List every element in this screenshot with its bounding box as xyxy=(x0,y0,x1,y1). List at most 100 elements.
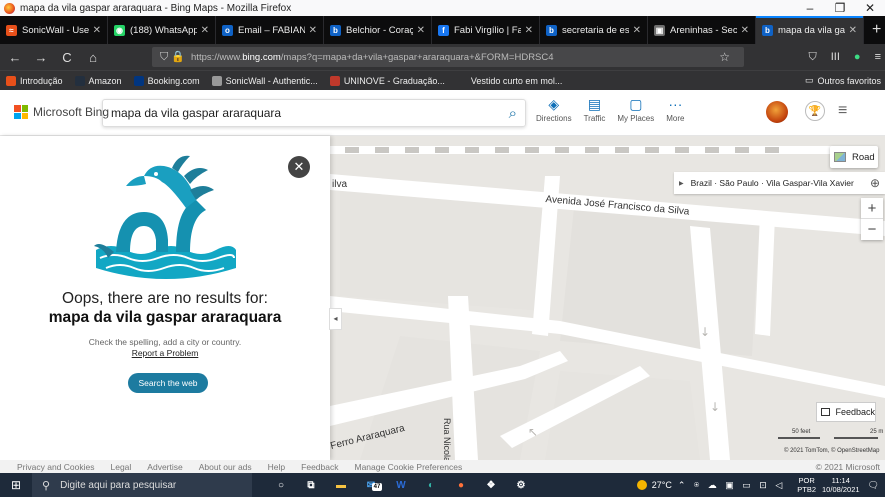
bing-nav-directions[interactable]: ◈ Directions xyxy=(536,96,572,123)
bookmark-item[interactable]: Amazon xyxy=(74,75,122,86)
new-tab-button[interactable]: + xyxy=(872,21,881,39)
footer-link[interactable]: Legal xyxy=(110,462,131,472)
bing-logo[interactable]: Microsoft Bing xyxy=(14,105,109,119)
system-tray: 27°C ⌃ ⍟ ☁ ▣ ▭ ⊡ ◁ POR PTB2 11:14 10/08/… xyxy=(636,473,885,497)
word-icon[interactable]: W xyxy=(392,477,410,493)
bookmark-item[interactable]: Introdução xyxy=(6,75,63,86)
map-search-input[interactable]: mapa da vila gaspar araraquara ⌕ xyxy=(102,99,526,127)
mail-badge: 47 xyxy=(372,483,382,491)
close-tab-icon[interactable]: ✕ xyxy=(849,25,857,36)
search-icon: ⚲ xyxy=(42,479,51,492)
bookmark-item[interactable]: UNINOVE - Graduação... xyxy=(329,75,445,86)
home-button[interactable]: ⌂ xyxy=(82,50,104,65)
menu-icon[interactable]: ≡ xyxy=(875,51,881,63)
mail-icon[interactable]: ✉ 47 xyxy=(362,477,382,493)
report-problem-link[interactable]: Report a Problem xyxy=(0,348,330,358)
copyright: © 2021 Microsoft xyxy=(815,461,880,472)
forward-button[interactable]: → xyxy=(30,50,52,65)
spelling-hint: Check the spelling, add a city or countr… xyxy=(88,337,242,347)
close-panel-button[interactable]: ✕ xyxy=(288,156,310,178)
search-web-button[interactable]: Search the web xyxy=(128,373,208,393)
close-tab-icon[interactable]: ✕ xyxy=(309,25,317,36)
browser-tab[interactable]: ≈ SonicWall - User Log ✕ xyxy=(0,16,108,44)
scale-feet: 50 feet xyxy=(792,429,811,435)
account-icon[interactable]: ● xyxy=(854,51,861,63)
bookmark-favicon-icon xyxy=(133,75,144,86)
bing-header: Microsoft Bing mapa da vila gaspar arara… xyxy=(0,90,885,136)
clock-time: 11:14 xyxy=(831,476,850,485)
bing-nav-traffic[interactable]: ▤ Traffic xyxy=(584,96,606,123)
firefox-taskbar-icon[interactable]: ● xyxy=(452,477,470,493)
bookmark-item[interactable]: Vestido curto em mol... xyxy=(456,75,563,86)
browser-tab[interactable]: b secretaria de esporte ✕ xyxy=(540,16,648,44)
close-window-button[interactable]: ✕ xyxy=(855,0,885,16)
avatar[interactable] xyxy=(766,101,788,123)
notification-icon[interactable]: 🗨 xyxy=(868,480,879,491)
tab-favicon-icon: f xyxy=(438,24,449,36)
browser-tab[interactable]: b Belchior - Coração S ✕ xyxy=(324,16,432,44)
close-tab-icon[interactable]: ✕ xyxy=(201,25,209,36)
footer-link[interactable]: Manage Cookie Preferences xyxy=(355,462,463,472)
start-button[interactable]: ⊞ xyxy=(0,478,32,492)
other-bookmarks-label: Outros favoritos xyxy=(817,75,881,86)
hamburger-menu-icon[interactable]: ≡ xyxy=(838,102,847,120)
url-domain: bing.com xyxy=(242,51,281,63)
task-view-icon[interactable]: ⧉ xyxy=(302,477,320,493)
file-explorer-icon[interactable]: ▬ xyxy=(332,477,350,493)
tray-icons[interactable]: ⌃ ⍟ ☁ ▣ ▭ ⊡ ◁ xyxy=(678,480,785,491)
footer-link[interactable]: Advertise xyxy=(147,462,182,472)
close-tab-icon[interactable]: ✕ xyxy=(93,25,101,36)
library-icon[interactable]: III xyxy=(831,51,840,63)
bing-nav-label: My Places xyxy=(617,114,655,123)
cortana-icon[interactable]: ○ xyxy=(272,477,290,493)
maximize-button[interactable]: ❐ xyxy=(825,0,855,16)
language-indicator[interactable]: POR PTB2 xyxy=(797,476,816,494)
location-breadcrumb[interactable]: ▶ Brazil · São Paulo · Vila Gaspar-Vila … xyxy=(674,172,885,194)
clock[interactable]: 11:14 10/08/2021 xyxy=(822,476,860,494)
back-button[interactable]: ← xyxy=(4,50,26,65)
tab-favicon-icon: b xyxy=(546,24,557,36)
address-bar[interactable]: ⛉ 🔒 https://www. bing.com/maps?q=mapa+da+… xyxy=(152,47,744,67)
map-style-button[interactable]: Road xyxy=(830,146,878,168)
bing-nav-more[interactable]: ··· More xyxy=(666,96,684,123)
dropbox-icon[interactable]: ❖ xyxy=(482,477,500,493)
close-tab-icon[interactable]: ✕ xyxy=(741,25,749,36)
bing-nav-label: Traffic xyxy=(583,114,606,123)
weather-temp[interactable]: 27°C xyxy=(652,480,672,490)
zoom-out-button[interactable]: − xyxy=(861,219,883,240)
close-tab-icon[interactable]: ✕ xyxy=(525,25,533,36)
footer-link[interactable]: About our ads xyxy=(199,462,252,472)
browser-tab[interactable]: f Fabi Virgílio | Facebo ✕ xyxy=(432,16,540,44)
browser-tab[interactable]: ◉ (188) WhatsApp ✕ xyxy=(108,16,216,44)
browser-tab[interactable]: ▣ Areninhas - Secretar ✕ xyxy=(648,16,756,44)
footer-link[interactable]: Help xyxy=(268,462,285,472)
locate-me-icon[interactable]: ⊕ xyxy=(870,176,880,190)
more-icon: ··· xyxy=(668,96,683,112)
footer-link[interactable]: Privacy and Cookies xyxy=(17,462,94,472)
minimize-button[interactable]: – xyxy=(795,0,825,16)
footer-link[interactable]: Feedback xyxy=(301,462,338,472)
settings-icon[interactable]: ⚙ xyxy=(512,477,530,493)
bing-nav-my-places[interactable]: ▢ My Places xyxy=(617,96,654,123)
pocket-icon[interactable]: ⛉ xyxy=(809,51,817,64)
map-feedback-button[interactable]: Feedback xyxy=(816,402,876,422)
zoom-in-button[interactable]: + xyxy=(861,198,883,219)
svg-text:↓: ↓ xyxy=(700,325,710,339)
collapse-panel-button[interactable]: ◂ xyxy=(329,308,342,330)
close-tab-icon[interactable]: ✕ xyxy=(417,25,425,36)
browser-tab[interactable]: b mapa da vila gaspar ✕ xyxy=(756,16,864,44)
other-bookmarks[interactable]: ▭ Outros favoritos xyxy=(805,75,881,86)
bookmark-star-icon[interactable]: ☆ xyxy=(719,50,730,64)
traffic-icon: ▤ xyxy=(587,96,602,112)
bookmark-item[interactable]: SonicWall - Authentic... xyxy=(211,75,318,86)
browser-tab[interactable]: o Email – FABIANA VII ✕ xyxy=(216,16,324,44)
bookmark-label: Vestido curto em mol... xyxy=(470,75,563,86)
bookmark-favicon-icon xyxy=(74,75,85,86)
bookmark-item[interactable]: Booking.com xyxy=(133,75,200,86)
edge-icon[interactable]: ◐ xyxy=(422,477,440,493)
rewards-icon[interactable]: 🏆 xyxy=(805,101,825,121)
close-tab-icon[interactable]: ✕ xyxy=(633,25,641,36)
search-icon[interactable]: ⌕ xyxy=(509,105,517,122)
reload-button[interactable]: C xyxy=(56,50,78,65)
taskbar-search-input[interactable]: ⚲ Digite aqui para pesquisar xyxy=(32,473,252,497)
